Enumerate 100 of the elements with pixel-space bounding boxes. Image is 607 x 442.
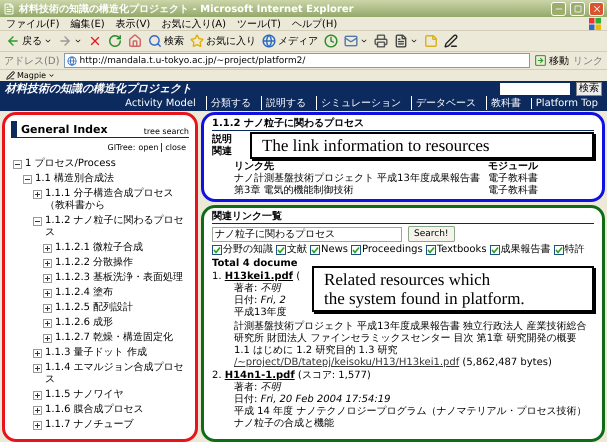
tree-link[interactable]: close [161,143,189,152]
filter-label: News [321,243,348,256]
tree-item[interactable]: 1.1.2.2 分散操作 [55,256,134,268]
filter-label: 特許 [564,243,585,256]
table-cell-text: ナノ計測基盤技術プロジェクト 平成13年度成果報告書 [234,173,480,184]
logo-icon [589,18,601,30]
search-button[interactable]: Search! [408,226,455,242]
tree-item[interactable]: 1.1.2.3 基板洗浄・表面処理 [55,272,184,284]
favorites-button[interactable]: お気に入り [189,34,257,48]
expand-icon[interactable] [33,364,42,372]
callout-box: Related resources which the system found in platform. [312,266,594,312]
search-button[interactable]: 検索 [576,82,602,96]
expand-icon[interactable] [43,288,52,298]
expand-icon[interactable] [43,244,52,252]
checkbox[interactable] [212,244,222,254]
tree-item[interactable]: 1.1.2.7 乾燥・構造固定化 [55,332,174,344]
tree-search-link[interactable]: tree search [144,127,189,136]
checkbox[interactable] [426,244,436,254]
address-field[interactable]: http://mandala.t.u-tokyo.ac.jp/~project/platform2/ [64,53,530,68]
filter-label: 成果報告書 [500,243,551,256]
tree-item[interactable]: 1.1.6 膜合成プロセス [45,404,144,416]
checkbox[interactable] [310,244,320,254]
home-button[interactable] [127,34,143,48]
menu-item[interactable]: ヘルプ(H) [292,16,338,30]
checkbox[interactable] [554,244,564,254]
expand-icon[interactable] [33,390,42,400]
menu-item[interactable]: ツール(T) [237,16,281,30]
address-label: アドレス(D) [4,54,60,68]
nav-link[interactable]: データベース [410,96,480,110]
tree-item[interactable]: 1.1.4 エマルジョン合成プロセス [45,362,189,386]
tree-item[interactable]: 1.1.2 ナノ粒子に関わるプロセス [45,214,189,238]
caret-icon [360,37,368,45]
home-icon [128,34,142,48]
abstract-text: 平成13年度 [234,307,287,318]
field-label: 説明 [212,134,233,146]
callout-box: The link information to resources [250,132,594,159]
expand-icon[interactable] [43,318,52,328]
search-field[interactable] [500,82,570,94]
tree-link[interactable]: open [135,143,162,152]
close-button[interactable] [589,2,604,16]
print-button[interactable] [373,34,389,48]
tree-item[interactable]: 1.1.2.1 微粒子合成 [55,242,144,254]
refresh-button[interactable] [107,34,123,48]
checkbox[interactable] [276,244,286,254]
file-link[interactable]: /~project/DB/tatepj/keisoku/H13/H13kei1.pdf [234,357,460,368]
stop-icon [88,34,102,48]
mail-icon [344,34,358,48]
nav-link[interactable]: Platform Top [530,98,602,108]
abstract-text: 計測基盤技術プロジェクト 平成13年度成果報告書 独立行政法人 産業技術総合研究所 財団法人 ファインセラミックスセンター 目次 第1章 研究開発の概要 1.1 はじめに 1.2 研究目的 1.3 研究 [233,321,588,357]
search-button[interactable]: 検索 [147,34,185,48]
back-button[interactable]: 戻る [5,34,53,48]
nav-link[interactable]: 説明する [260,96,310,110]
tree-label: GITree: [108,143,136,152]
expand-icon[interactable] [43,274,52,282]
media-button[interactable]: メディア [261,34,319,48]
tree-item[interactable]: 1.1.2.5 配列設計 [55,302,134,314]
nav-link[interactable]: 教科書 [486,96,525,110]
pen-button[interactable] [443,34,459,48]
menu-item[interactable]: 表示(V) [116,16,150,30]
nav-link[interactable]: 分類する [206,96,255,110]
expand-icon[interactable] [43,334,52,342]
expand-icon[interactable] [43,258,52,268]
expand-icon[interactable] [33,190,42,198]
query-field[interactable]: ナノ粒子に関わるプロセス [212,226,402,242]
caret-icon [44,37,52,45]
tree-item[interactable]: 1.1.5 ナノワイヤ [45,388,124,400]
filter-label: 分野の知識 [223,243,273,256]
menu-item[interactable]: 編集(E) [70,16,105,30]
expand-icon[interactable] [33,348,42,358]
section-heading: 関連リンク一覧 [212,210,594,224]
tree-item[interactable]: 1.1.7 ナノチューブ [45,418,134,430]
mail-button[interactable] [343,34,369,48]
checkbox[interactable] [351,244,362,254]
result-score: (スコア: 1,577) [296,370,371,381]
result-link[interactable]: H14n1-1.pdf [224,370,295,381]
collapse-icon[interactable] [33,216,42,226]
nav-link[interactable]: Activity Model [121,98,200,108]
field-label: 関連 [212,146,233,158]
table-cell-text: 第3章 電気的機能制御技術 [234,185,355,197]
tree-item[interactable]: 1 プロセス/Process [25,158,116,170]
checkbox[interactable] [490,244,500,254]
collapse-icon[interactable] [23,174,32,184]
menu-item[interactable]: ファイル(F) [6,16,60,30]
tree-item[interactable]: 1.1.3 量子ドット 作成 [45,346,147,358]
expand-icon[interactable] [33,406,42,414]
tree-item[interactable]: 1.1.1 分子構造合成プロセス（教科書から [45,188,189,212]
menu-item[interactable]: お気に入り(A) [161,16,226,30]
tree-item[interactable]: 1.1 構造別合成法 [35,172,114,184]
links-label[interactable]: リンク [573,54,603,68]
collapse-icon[interactable] [13,160,22,168]
expand-icon[interactable] [43,304,52,312]
magpie-button[interactable]: Magpie [6,71,56,80]
tree-item[interactable]: 1.1.2.4 塗布 [55,286,114,298]
edit-button[interactable] [393,34,419,48]
tree-item[interactable]: 1.1.2.6 成形 [55,316,114,328]
result-link[interactable]: H13kei1.pdf [224,271,294,282]
history-button[interactable] [323,34,339,48]
nav-link[interactable]: シミュレーション [316,96,405,110]
expand-icon[interactable] [33,420,42,430]
go-button[interactable]: 移動 [534,54,569,68]
